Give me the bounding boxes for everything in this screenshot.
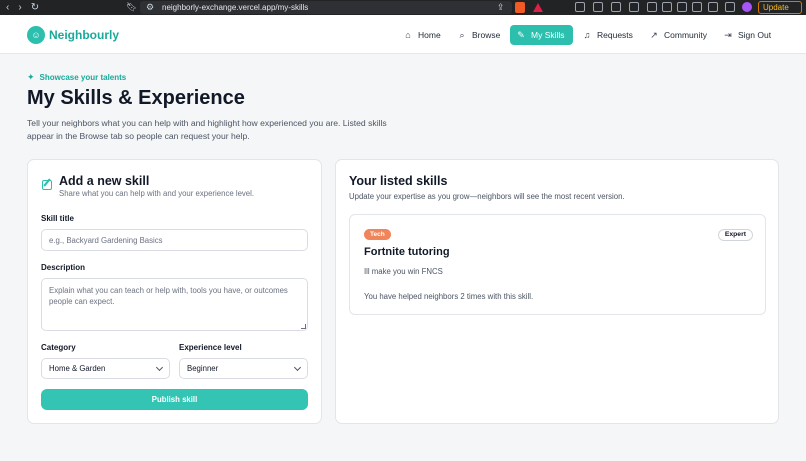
listed-skills-card: Your listed skills Update your expertise… — [335, 159, 779, 424]
trend-icon: ↗ — [650, 29, 658, 40]
sound-icon[interactable] — [662, 2, 672, 12]
translate-icon[interactable] — [629, 2, 639, 12]
top-navigation: ☺ Neighbourly ⌂ Home ⌕ Browse ✎ My Skill… — [0, 15, 806, 54]
share-icon[interactable]: ⇪ — [497, 2, 505, 13]
reload-icon[interactable]: ↻ — [31, 2, 39, 13]
resize-handle-icon[interactable] — [301, 324, 306, 329]
update-button[interactable]: Update — [758, 1, 802, 14]
nav-community[interactable]: ↗ Community — [643, 25, 713, 45]
bell-icon: ♫ — [583, 30, 591, 40]
skill-title: Fortnite tutoring — [364, 246, 450, 258]
sparkle-icon: ✦ — [27, 72, 35, 82]
brand-name[interactable]: Neighbourly — [49, 28, 119, 42]
edit-icon: ✎ — [517, 29, 525, 40]
home-icon: ⌂ — [405, 30, 411, 40]
back-icon[interactable]: ‹ — [6, 2, 9, 13]
skill-title-label: Skill title — [41, 214, 74, 223]
experience-level-select[interactable]: Beginner — [179, 358, 308, 379]
skill-title-input[interactable] — [41, 229, 308, 251]
category-select[interactable]: Home & Garden — [41, 358, 170, 379]
skill-helped-count: You have helped neighbors 2 times with t… — [364, 292, 534, 301]
nav-browse[interactable]: ⌕ Browse — [451, 25, 506, 45]
page-title: My Skills & Experience — [27, 87, 245, 109]
vpn-icon[interactable] — [725, 2, 735, 12]
page-description: Tell your neighbors what you can help wi… — [27, 118, 387, 141]
nav-my-skills[interactable]: ✎ My Skills — [510, 25, 573, 45]
sidebar-icon[interactable] — [677, 2, 687, 12]
brave-shield-icon[interactable] — [515, 2, 525, 13]
chevron-down-icon — [155, 363, 164, 372]
rewards-icon[interactable] — [533, 3, 543, 12]
category-badge: Tech — [364, 229, 391, 240]
description-textarea[interactable] — [41, 278, 308, 331]
level-badge: Expert — [717, 229, 753, 241]
form-subtitle: Share what you can help with and your ex… — [59, 189, 255, 198]
publish-skill-button[interactable]: Publish skill — [41, 389, 308, 410]
browser-nav: ‹ › ↻ — [6, 2, 39, 13]
wallet-icon[interactable] — [692, 2, 702, 12]
nav-sign-out[interactable]: ⇥ Sign Out — [717, 25, 777, 45]
calendar-icon[interactable] — [611, 2, 621, 12]
listed-skills-subtitle: Update your expertise as you grow—neighb… — [349, 192, 625, 201]
notifications-icon[interactable] — [593, 2, 603, 12]
url-text: neighborly-exchange.vercel.app/my-skills — [162, 3, 309, 12]
address-bar[interactable]: ⚙︎ neighborly-exchange.vercel.app/my-ski… — [140, 1, 512, 14]
listed-skills-title: Your listed skills — [349, 174, 448, 188]
chevron-down-icon — [293, 363, 302, 372]
extension-icon[interactable] — [575, 2, 585, 12]
site-settings-icon[interactable]: ⚙︎ — [146, 2, 154, 13]
sign-out-icon: ⇥ — [724, 29, 732, 40]
profile-icon[interactable] — [742, 2, 752, 12]
category-label: Category — [41, 343, 76, 352]
description-label: Description — [41, 263, 86, 272]
edit-icon — [42, 180, 52, 190]
form-title: Add a new skill — [59, 174, 150, 188]
search-icon: ⌕ — [459, 29, 465, 40]
people-icon[interactable]: ☺ — [27, 26, 45, 44]
nav-home[interactable]: ⌂ Home — [397, 25, 447, 45]
browser-toolbar: ‹ › ↻ 🔖︎ ⚙︎ neighborly-exchange.vercel.a… — [0, 0, 806, 15]
skill-item[interactable]: Tech Expert Fortnite tutoring Ill make y… — [349, 214, 766, 315]
nav-requests[interactable]: ♫ Requests — [576, 25, 639, 45]
experience-level-label: Experience level — [179, 343, 242, 352]
skill-description: Ill make you win FNCS — [364, 267, 443, 276]
download-icon[interactable] — [647, 2, 657, 12]
add-skill-card: Add a new skill Share what you can help … — [27, 159, 322, 424]
eyebrow: ✦ Showcase your talents — [27, 72, 127, 82]
forward-icon[interactable]: › — [18, 2, 21, 13]
puzzle-icon[interactable] — [708, 2, 718, 12]
bookmark-icon[interactable]: 🔖︎ — [126, 2, 137, 13]
